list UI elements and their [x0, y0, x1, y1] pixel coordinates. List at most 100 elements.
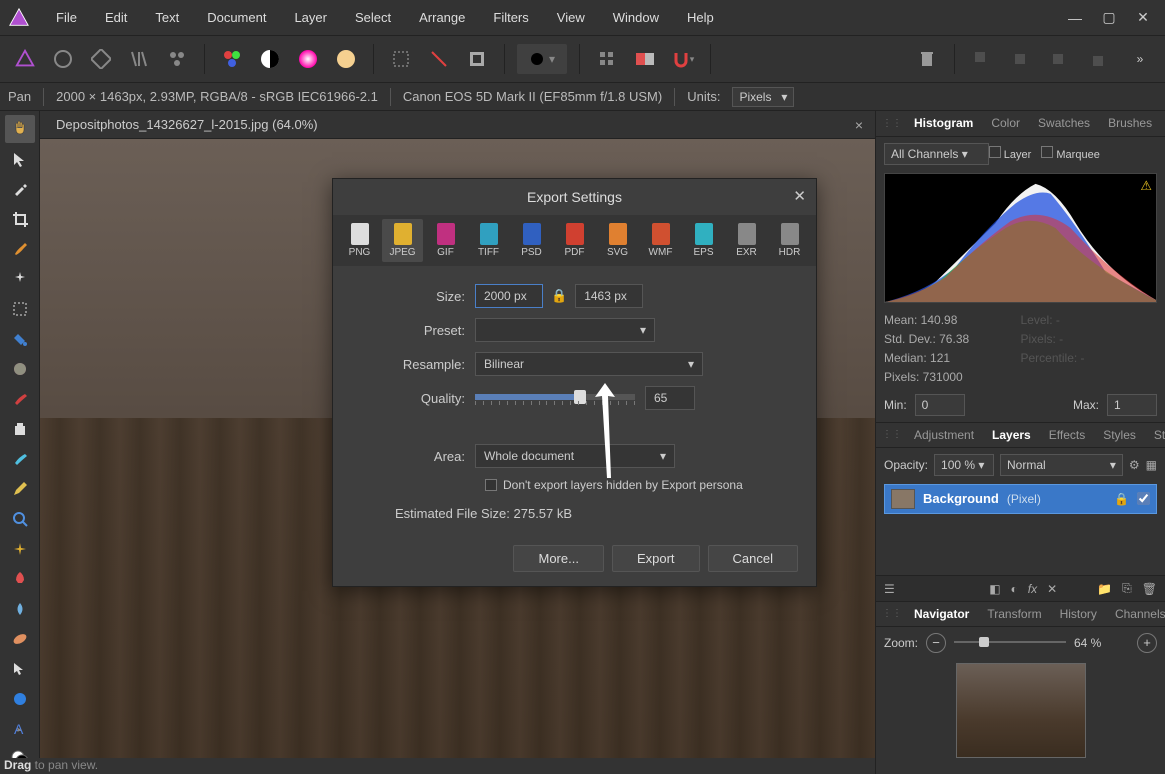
menu-file[interactable]: File — [42, 2, 91, 33]
zoom-out-button[interactable]: − — [926, 633, 946, 653]
tool-shape-icon[interactable] — [5, 685, 35, 713]
color-wheel-icon[interactable] — [293, 44, 323, 74]
tab-histogram[interactable]: Histogram — [906, 112, 981, 134]
layer-adjust-icon[interactable]: ◐ — [1011, 582, 1018, 596]
histogram-warning-icon[interactable]: ⚠ — [1140, 178, 1152, 194]
tab-swatches[interactable]: Swatches — [1030, 112, 1098, 134]
tool-flood-fill-icon[interactable] — [5, 325, 35, 353]
grid-icon[interactable] — [592, 44, 622, 74]
format-jpeg[interactable]: JPEG — [382, 219, 423, 262]
tab-history[interactable]: History — [1052, 603, 1105, 625]
layer-duplicate-icon[interactable]: ⎘ — [1122, 581, 1132, 596]
document-tab[interactable]: Depositphotos_14326627_l-2015.jpg (64.0%… — [46, 113, 328, 136]
tool-paint-brush-icon[interactable] — [5, 235, 35, 263]
dont-export-checkbox[interactable] — [485, 479, 497, 491]
layer-stack-icon[interactable]: ☰ — [884, 582, 895, 596]
opacity-select[interactable]: 100 % ▾ — [934, 454, 994, 476]
preset-select[interactable]: ▾ — [475, 318, 655, 342]
quick-mask-icon[interactable]: ▾ — [517, 44, 567, 74]
tab-navigator[interactable]: Navigator — [906, 603, 977, 625]
tool-wand-icon[interactable] — [5, 265, 35, 293]
quality-slider[interactable] — [475, 389, 635, 407]
more-button[interactable]: More... — [513, 545, 603, 572]
format-pdf[interactable]: PDF — [554, 219, 595, 262]
menu-document[interactable]: Document — [193, 2, 280, 33]
menu-help[interactable]: Help — [673, 2, 728, 33]
tool-pencil-icon[interactable] — [5, 475, 35, 503]
format-gif[interactable]: GIF — [425, 219, 466, 262]
export-height-input[interactable] — [575, 284, 643, 308]
tool-mixer-brush-icon[interactable] — [5, 355, 35, 383]
tool-healing-icon[interactable] — [5, 625, 35, 653]
menu-arrange[interactable]: Arrange — [405, 2, 479, 33]
menu-window[interactable]: Window — [599, 2, 673, 33]
tab-transform[interactable]: Transform — [979, 603, 1049, 625]
tab-close-icon[interactable]: × — [855, 117, 869, 133]
tool-crop-icon[interactable] — [5, 205, 35, 233]
tool-sparkle-icon[interactable] — [5, 535, 35, 563]
export-button[interactable]: Export — [612, 545, 700, 572]
layer-mask-icon[interactable]: ◧ — [989, 582, 1000, 596]
tab-stock[interactable]: Stock — [1146, 424, 1165, 446]
format-wmf[interactable]: WMF — [640, 219, 681, 262]
bw-adjustment-icon[interactable] — [255, 44, 285, 74]
arrange-front-icon[interactable] — [1081, 44, 1111, 74]
persona-develop-icon[interactable] — [86, 44, 116, 74]
layer-lock-toggle-icon[interactable]: ▦ — [1146, 458, 1157, 472]
area-select[interactable]: Whole document▾ — [475, 444, 675, 468]
histogram-layer-checkbox[interactable]: Layer — [989, 146, 1032, 161]
panel-drag-icon[interactable]: ⋮⋮ — [882, 429, 902, 440]
tool-pen-icon[interactable] — [5, 655, 35, 683]
tool-inpainting-icon[interactable] — [5, 445, 35, 473]
tool-blur-icon[interactable] — [5, 595, 35, 623]
hist-max-input[interactable] — [1107, 394, 1157, 416]
tab-layers[interactable]: Layers — [984, 424, 1039, 446]
blend-mode-select[interactable]: Normal ▾ — [1000, 454, 1123, 476]
selection-marquee-icon[interactable] — [386, 44, 416, 74]
layer-lock-icon[interactable]: 🔒 — [1114, 492, 1129, 506]
menu-text[interactable]: Text — [141, 2, 193, 33]
swatches-icon[interactable] — [217, 44, 247, 74]
format-eps[interactable]: EPS — [683, 219, 724, 262]
hist-min-input[interactable] — [915, 394, 965, 416]
format-png[interactable]: PNG — [339, 219, 380, 262]
arrange-back-icon[interactable] — [967, 44, 997, 74]
tool-eraser-icon[interactable] — [5, 385, 35, 413]
menu-layer[interactable]: Layer — [280, 2, 341, 33]
zoom-value-input[interactable]: 64 % — [1074, 636, 1129, 650]
panel-drag-icon[interactable]: ⋮⋮ — [882, 118, 902, 129]
tool-marquee-icon[interactable] — [5, 295, 35, 323]
tab-brushes[interactable]: Brushes — [1100, 112, 1160, 134]
persona-tone-icon[interactable] — [124, 44, 154, 74]
quality-value-input[interactable] — [645, 386, 695, 410]
menu-select[interactable]: Select — [341, 2, 405, 33]
resample-select[interactable]: Bilinear▾ — [475, 352, 703, 376]
menu-view[interactable]: View — [543, 2, 599, 33]
dialog-close-icon[interactable]: ✕ — [793, 187, 806, 205]
soft-proof-icon[interactable] — [331, 44, 361, 74]
tool-color-picker-icon[interactable] — [5, 175, 35, 203]
menu-filters[interactable]: Filters — [479, 2, 542, 33]
tab-adjustment[interactable]: Adjustment — [906, 424, 982, 446]
tool-text-icon[interactable]: A▸ — [5, 715, 35, 743]
layer-delete-icon[interactable]: 🗑 — [1142, 582, 1157, 596]
zoom-slider[interactable] — [954, 635, 1066, 651]
menu-edit[interactable]: Edit — [91, 2, 141, 33]
tool-move-icon[interactable] — [5, 145, 35, 173]
histogram-marquee-checkbox[interactable]: Marquee — [1041, 146, 1099, 161]
layer-fx-icon[interactable]: fx — [1028, 582, 1037, 596]
persona-export-icon[interactable] — [162, 44, 192, 74]
magnet-icon[interactable]: ▾ — [668, 44, 698, 74]
window-minimize-icon[interactable]: — — [1065, 8, 1085, 28]
units-select[interactable]: Pixels ▾ — [732, 87, 794, 107]
zoom-in-button[interactable]: + — [1137, 633, 1157, 653]
layer-gear-icon[interactable]: ⚙ — [1129, 458, 1140, 472]
layer-folder-icon[interactable]: 📁 — [1097, 582, 1112, 596]
snapping-icon[interactable] — [630, 44, 660, 74]
cancel-button[interactable]: Cancel — [708, 545, 798, 572]
tool-clone-icon[interactable] — [5, 415, 35, 443]
size-lock-icon[interactable]: 🔒 — [551, 288, 567, 304]
persona-photo-icon[interactable] — [10, 44, 40, 74]
panel-drag-icon[interactable]: ⋮⋮ — [882, 608, 902, 619]
layer-visibility-checkbox[interactable] — [1137, 492, 1150, 505]
